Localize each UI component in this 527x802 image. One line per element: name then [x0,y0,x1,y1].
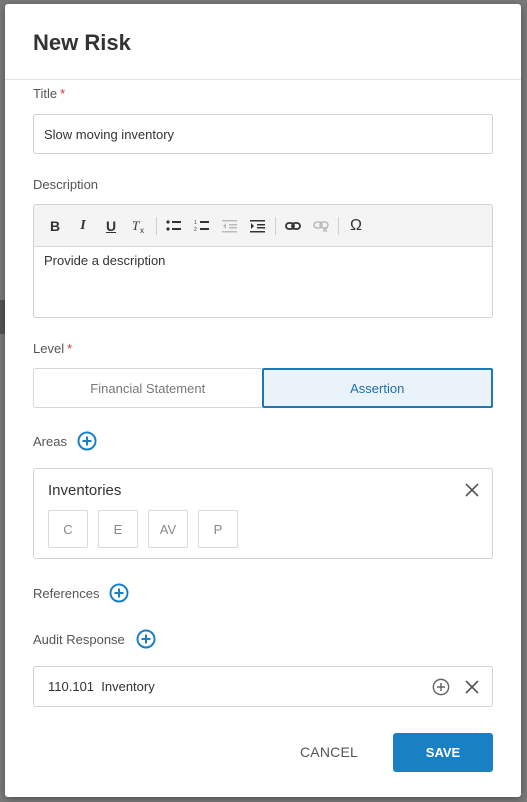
outdent-icon [222,219,237,232]
add-audit-response-icon[interactable] [136,629,156,649]
description-text-area[interactable]: Provide a description [34,247,492,274]
add-reference-icon[interactable] [109,583,129,603]
level-label: Level * [33,341,72,356]
italic-button[interactable]: I [72,215,94,237]
level-toggle: Financial Statement Assertion [33,368,493,408]
save-button[interactable]: SAVE [393,733,493,772]
svg-text:1: 1 [194,220,197,226]
numbered-list-button[interactable]: 12 [191,215,213,237]
level-option-assertion[interactable]: Assertion [261,368,493,408]
title-input[interactable] [33,114,493,154]
numbered-list-icon: 12 [194,220,209,233]
dialog-title: New Risk [33,30,131,55]
clear-format-button[interactable]: Tx [128,215,150,237]
link-button[interactable] [282,215,304,237]
description-label: Description [33,177,99,192]
references-label: References [33,586,100,601]
bulleted-list-button[interactable] [163,215,185,237]
remove-area-icon[interactable] [464,482,480,498]
editor-toolbar: B I U Tx 12 Ω [34,205,492,247]
audit-response-label: Audit Response [33,632,125,647]
unlink-icon [313,220,329,232]
bulleted-list-icon [166,219,181,231]
svg-text:2: 2 [194,227,197,233]
area-name: Inventories [48,482,122,499]
area-card: Inventories C E AV P [33,468,493,559]
indent-button[interactable] [247,215,269,237]
required-marker: * [60,86,66,101]
toolbar-separator [338,216,339,235]
unlink-button[interactable] [310,215,332,237]
link-icon [285,221,301,230]
expand-response-icon[interactable] [432,678,450,696]
cancel-button[interactable]: CANCEL [291,732,367,772]
assertion-chip-av[interactable]: AV [148,510,188,548]
clear-format-icon: Tx [132,218,144,234]
level-option-financial-statement[interactable]: Financial Statement [33,368,262,408]
audit-response-text: 110.101 Inventory [48,679,155,694]
toolbar-separator [156,216,157,235]
underline-button[interactable]: U [100,215,122,237]
assertion-chip-p[interactable]: P [198,510,238,548]
areas-label: Areas [33,434,67,449]
assertion-chip-c[interactable]: C [48,510,88,548]
title-label-text: Title [33,86,58,101]
new-risk-dialog: New Risk Title* Description B I U Tx 12 [5,4,521,797]
required-marker: * [67,341,73,356]
audit-response-item: 110.101 Inventory [33,666,493,707]
toolbar-separator [275,216,276,235]
bold-button[interactable]: B [44,215,66,237]
add-area-icon[interactable] [77,431,97,451]
remove-response-icon[interactable] [464,679,480,695]
special-character-button[interactable]: Ω [345,215,367,237]
title-label: Title * [33,86,65,101]
outdent-button[interactable] [219,215,241,237]
svg-text:T: T [132,218,140,233]
assertion-chip-e[interactable]: E [98,510,138,548]
indent-icon [250,219,265,232]
dialog-header: New Risk [5,4,521,80]
svg-text:x: x [140,226,144,234]
level-label-text: Level [33,341,65,356]
description-editor: B I U Tx 12 Ω Provide a description [33,204,493,318]
